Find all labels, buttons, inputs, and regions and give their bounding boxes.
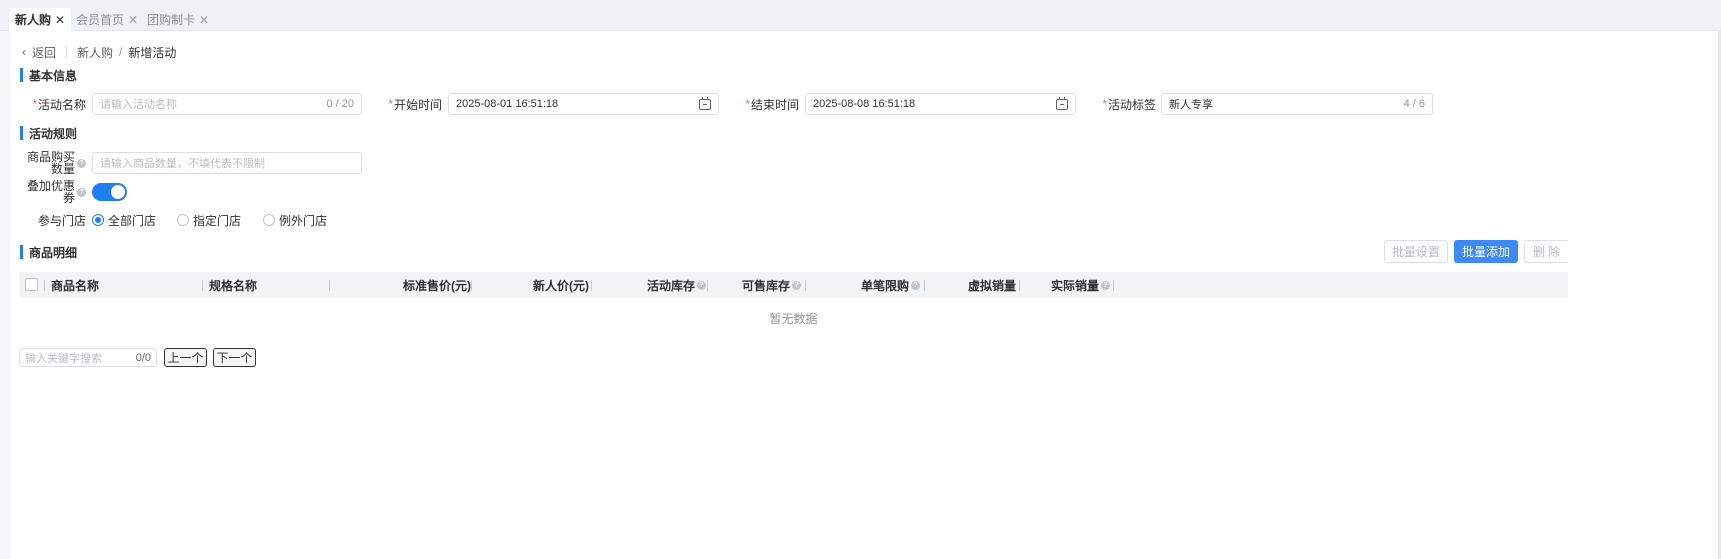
activity-tag-label: * 活动标签 (1102, 97, 1156, 112)
tab-bar: 新人购 ✕ 会员首页 ✕ 团购制卡 ✕ (0, 0, 1721, 31)
chevron-left-icon: ‹ (22, 45, 26, 59)
purchase-qty-input[interactable]: 请输入商品数量，不填代表不限制 (92, 152, 362, 174)
section-title-goods: 商品明细 (20, 245, 77, 260)
back-button[interactable]: ‹ 返回 (22, 44, 56, 61)
delete-button[interactable]: 删 除 (1524, 240, 1568, 263)
close-icon[interactable]: ✕ (128, 13, 138, 27)
char-count: 4 / 6 (1403, 98, 1425, 110)
col-virtual-sales: 虚拟销量 (968, 278, 1017, 293)
section-title-rules: 活动规则 (20, 126, 77, 141)
help-icon[interactable]: ? (1101, 280, 1111, 290)
calendar-icon (699, 96, 711, 110)
close-icon[interactable]: ✕ (199, 13, 209, 27)
radio-circle (263, 214, 275, 226)
start-time-label: * 开始时间 (388, 97, 442, 112)
tab-member-home[interactable]: 会员首页 ✕ (70, 8, 144, 31)
char-count: 0 / 20 (326, 98, 354, 110)
purchase-qty-label: 商品购买 数量 ? (20, 150, 86, 176)
activity-name-label: * 活动名称 (32, 97, 86, 112)
section-title-basic: 基本信息 (20, 68, 77, 83)
breadcrumb-current: 新增活动 (128, 45, 177, 60)
help-icon[interactable]: ? (792, 280, 802, 290)
stack-coupon-label: 叠加优惠 券 ? (20, 179, 86, 205)
left-border (0, 31, 10, 559)
radio-all-stores[interactable]: 全部门店 (92, 213, 156, 228)
help-icon[interactable]: ? (911, 280, 921, 290)
radio-circle (92, 214, 104, 226)
end-time-picker[interactable]: 2025-08-08 16:51:18 (805, 93, 1076, 115)
help-icon[interactable]: ? (697, 280, 707, 290)
end-time-label: * 结束时间 (745, 97, 799, 112)
switch-knob (111, 185, 125, 199)
col-limit-per-order: 单笔限购? (861, 272, 921, 298)
select-all-checkbox[interactable] (25, 278, 38, 291)
help-icon[interactable]: ? (77, 158, 86, 168)
table-header: 商品名称 规格名称 标准售价(元) 新人价(元) 活动库存? 可售库存? 单笔限… (19, 272, 1568, 298)
batch-add-button[interactable]: 批量添加 (1454, 240, 1518, 263)
col-standard-price: 标准售价(元) (403, 278, 471, 293)
col-newcomer-price: 新人价(元) (533, 278, 589, 293)
tab-label: 团购制卡 (147, 13, 196, 27)
stack-coupon-switch[interactable] (92, 183, 127, 201)
calendar-icon (1056, 96, 1068, 110)
search-count: 0/0 (135, 351, 151, 364)
stores-label: 参与门店 (37, 213, 86, 228)
start-time-picker[interactable]: 2025-08-01 16:51:18 (448, 93, 719, 115)
col-spec-name: 规格名称 (209, 278, 258, 293)
help-icon[interactable]: ? (77, 187, 86, 197)
next-button[interactable]: 下一个 (213, 348, 256, 367)
breadcrumb-parent[interactable]: 新人购 (77, 44, 113, 61)
tab-label: 新人购 (15, 13, 52, 27)
divider (66, 46, 68, 58)
radio-circle (177, 214, 189, 226)
activity-name-input[interactable]: 请输入活动名称 0 / 20 (92, 93, 362, 115)
col-goods-name: 商品名称 (51, 278, 100, 293)
col-sellable-stock: 可售库存? (742, 272, 802, 298)
tab-xinrengou[interactable]: 新人购 ✕ (9, 8, 72, 31)
breadcrumb: ‹ 返回 新人购 / 新增活动 (22, 44, 176, 60)
empty-state: 暂无数据 (769, 312, 818, 326)
keyword-search-input[interactable]: 输入关键字搜索 0/0 (19, 348, 157, 367)
tab-group-card[interactable]: 团购制卡 ✕ (141, 8, 215, 31)
radio-excluded-stores[interactable]: 例外门店 (263, 213, 327, 228)
back-label: 返回 (32, 45, 57, 60)
close-icon[interactable]: ✕ (55, 13, 65, 27)
col-actual-sales: 实际销量? (1051, 272, 1111, 298)
prev-button[interactable]: 上一个 (164, 348, 207, 367)
col-activity-stock: 活动库存? (647, 272, 707, 298)
batch-set-button[interactable]: 批量设置 (1384, 240, 1448, 263)
tab-label: 会员首页 (76, 13, 125, 27)
radio-specified-stores[interactable]: 指定门店 (177, 213, 241, 228)
activity-tag-input[interactable]: 新人专享 4 / 6 (1161, 93, 1433, 115)
breadcrumb-separator: / (119, 45, 123, 59)
